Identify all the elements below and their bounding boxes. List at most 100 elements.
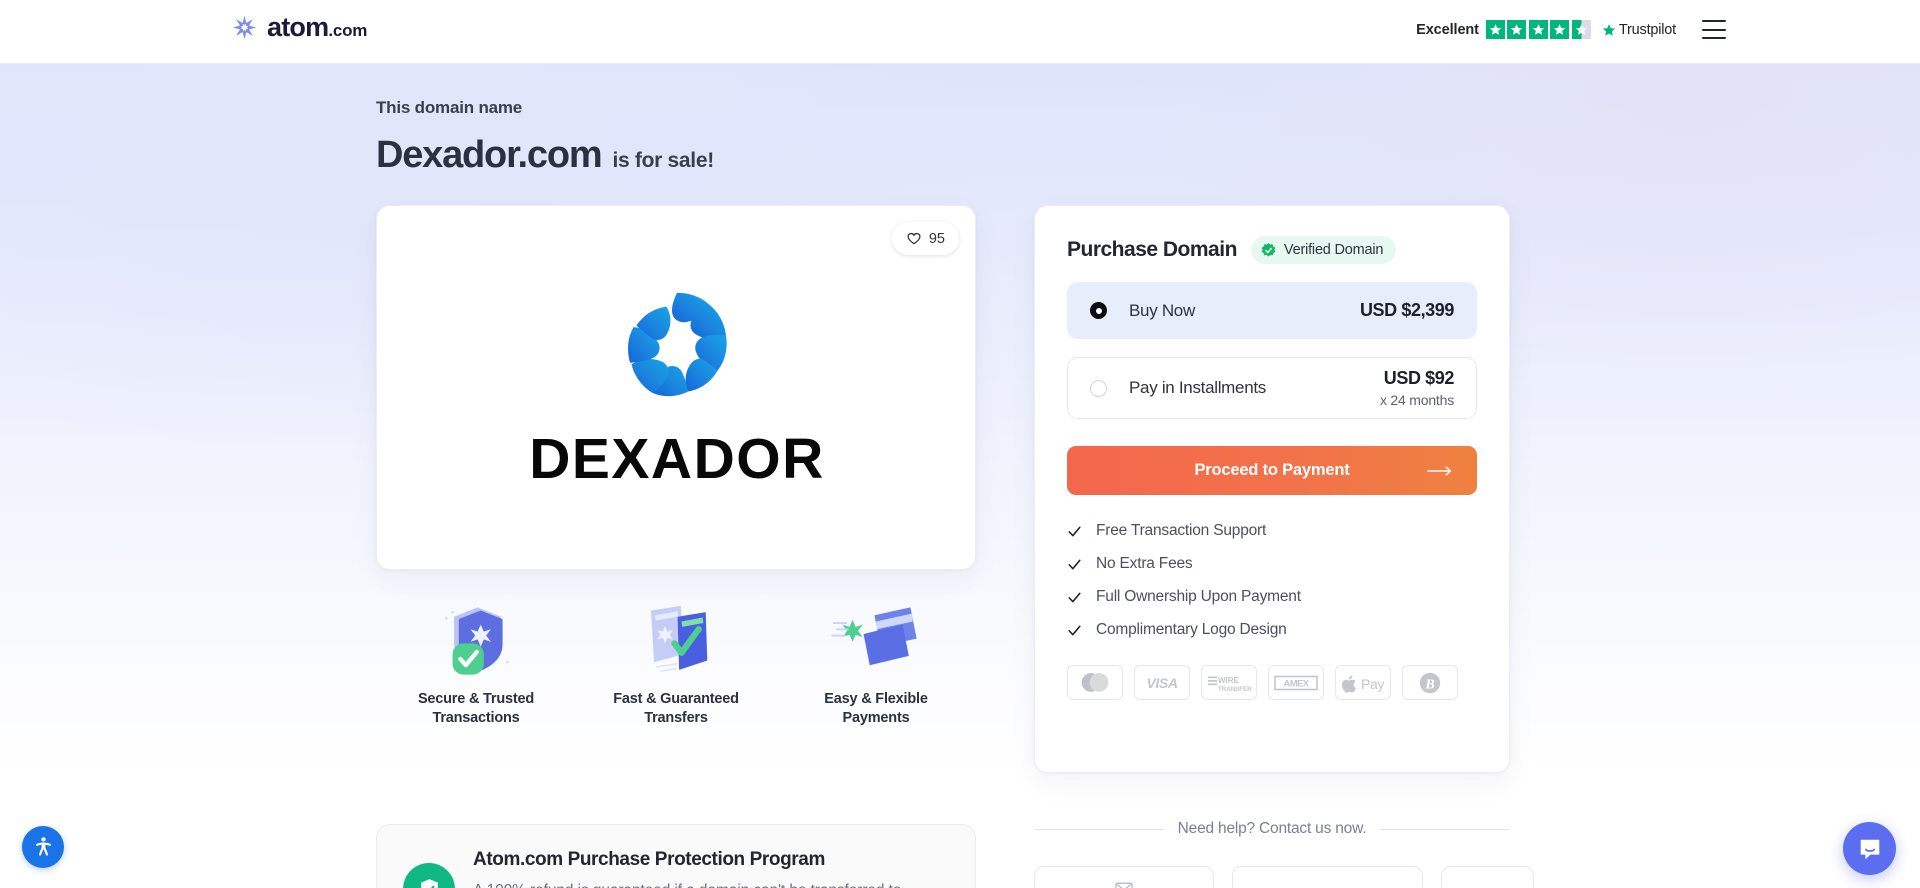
contact-button-3[interactable] [1441,866,1534,888]
contact-button-2[interactable] [1231,866,1424,888]
star-4-icon [1550,20,1570,39]
radio-installments[interactable] [1090,379,1107,397]
svg-text:AMEX: AMEX [1283,678,1309,689]
trustpilot-rating-word: Excellent [1416,21,1479,38]
transfer-cards-illustration [650,605,708,673]
purchase-domain-card: Purchase Domain Verified Domain Buy Now … [1034,205,1510,773]
purchase-option-buy-now[interactable]: Buy Now USD $2,399 [1067,282,1477,339]
heart-icon [907,232,921,244]
purchase-title: Purchase Domain [1067,238,1237,261]
protection-description: A 100% refund is guaranteed if a domain … [473,880,901,888]
shield-check-icon [420,878,438,888]
chat-widget-button[interactable] [1843,822,1896,875]
perk-label: Full Ownership Upon Payment [1096,588,1301,605]
trustpilot-stars [1485,20,1591,39]
perk-item: Full Ownership Upon Payment [1067,588,1477,606]
feature-flexible-payments: Easy & Flexible Payments [776,598,976,727]
proceed-to-payment-button[interactable]: Proceed to Payment [1067,446,1477,495]
need-help-divider: Need help? Contact us now. [1034,820,1510,838]
like-button[interactable]: 95 [891,222,959,255]
perk-item: Complimentary Logo Design [1067,621,1477,639]
proceed-to-payment-label: Proceed to Payment [1194,461,1350,479]
radio-buy-now[interactable] [1090,302,1107,319]
logo-wordmark: DEXADOR [529,427,825,491]
verified-badge-icon [1261,242,1276,256]
option-price: USD $2,399 [1359,300,1454,320]
hero-sale-text: is for sale! [612,149,714,172]
purchase-perks-list: Free Transaction Support No Extra Fees F… [1067,522,1477,639]
mastercard-icon [1067,665,1123,700]
page-title: Dexador.com [376,134,603,176]
check-icon [1068,526,1081,536]
apple-pay-icon: Pay [1335,665,1391,700]
option-subtext: x 24 months [1379,392,1454,408]
divider-line-right [1380,828,1510,830]
contact-button-1[interactable] [1034,866,1214,888]
page-root: atom .com Excellent Trustpilot This doma… [0,0,1920,888]
shield-check-illustration [445,607,509,675]
perk-item: Free Transaction Support [1067,522,1477,540]
trustpilot-brand-name: Trustpilot [1618,21,1676,38]
visa-icon: VISA [1134,665,1190,700]
feature-secure-transactions: Secure & Trusted Transactions [376,598,576,727]
star-2-icon [1507,20,1527,39]
perk-label: Complimentary Logo Design [1096,621,1287,638]
divider-line-left [1034,828,1164,830]
brand-name: atom [267,12,329,42]
purchase-protection-card: Atom.com Purchase Protection Program A 1… [376,824,976,888]
hamburger-menu-icon[interactable] [1702,20,1726,39]
logo-stage: DEXADOR [377,206,977,571]
wire-transfer-icon: WIRE TRANSFER [1201,665,1257,700]
check-icon [1068,625,1081,635]
credit-cards-illustration [831,607,917,666]
accessibility-icon [35,836,51,856]
logo-preview-card: DEXADOR 95 [376,205,976,570]
purchase-option-installments[interactable]: Pay in Installments USD $92 x 24 months [1067,357,1477,419]
atom-logo[interactable]: atom .com [232,14,367,41]
star-1-icon [1485,20,1505,39]
option-price: USD $92 [1383,368,1455,388]
bitcoin-icon: B [1402,665,1458,700]
svg-text:Pay: Pay [1361,676,1384,692]
feature-label: Secure & Trusted Transactions [417,691,535,726]
option-label: Buy Now [1129,300,1195,320]
svg-text:WIRE: WIRE [1218,676,1240,685]
star-5-half-icon [1571,20,1591,39]
svg-text:TRANSFER: TRANSFER [1218,686,1252,693]
trustpilot-rating[interactable]: Excellent Trustpilot [1416,20,1676,39]
hero-heading: This domain name Dexador.com is for sale… [376,98,714,174]
verified-domain-badge: Verified Domain [1250,236,1397,264]
amex-icon: AMEX [1268,665,1324,700]
perk-item: No Extra Fees [1067,555,1477,573]
feature-list: Secure & Trusted Transactions Fast & Gua… [376,598,976,727]
accessibility-button[interactable] [22,826,64,868]
perk-label: No Extra Fees [1096,555,1193,572]
contact-buttons-row [1034,866,1534,888]
trustpilot-star-icon [1602,23,1616,36]
brand-suffix: .com [328,21,368,40]
purchase-card-header: Purchase Domain Verified Domain [1067,236,1477,264]
arrow-right-icon [1427,465,1452,476]
envelope-icon [1115,882,1133,888]
feature-label: Fast & Guaranteed Transfers [613,691,739,726]
feature-fast-transfers: Fast & Guaranteed Transfers [576,598,776,727]
like-count: 95 [928,230,945,247]
verified-domain-label: Verified Domain [1283,242,1384,258]
protection-badge [403,863,455,888]
chat-bubble-icon [1860,839,1879,859]
star-3-icon [1528,20,1548,39]
option-label: Pay in Installments [1129,378,1266,397]
hero-kicker: This domain name [376,98,523,117]
check-icon [1068,559,1081,569]
atom-star-icon [232,15,257,40]
protection-title: Atom.com Purchase Protection Program [473,849,825,870]
check-icon [1068,592,1081,602]
feature-label: Easy & Flexible Payments [824,691,928,726]
visa-label: VISA [1146,674,1178,691]
dexador-pinwheel-logo [628,292,727,397]
perk-label: Free Transaction Support [1096,522,1267,539]
payment-methods-row: VISA WIRE TRANSFER AMEX Pay B [1067,665,1477,700]
site-header: atom .com Excellent Trustpilot [0,0,1920,64]
svg-text:B: B [1424,677,1434,692]
need-help-text: Need help? Contact us now. [1177,820,1367,837]
